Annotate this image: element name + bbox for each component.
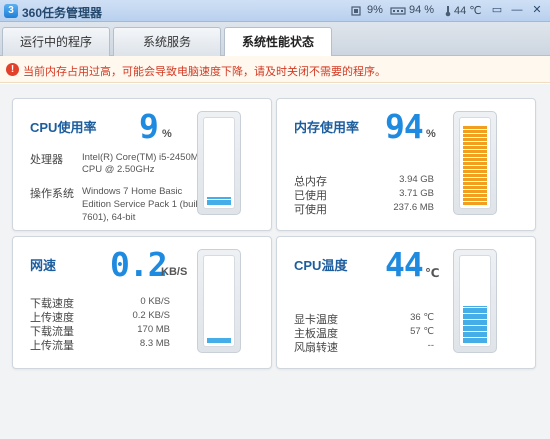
processor-value-line1: Intel(R) Core(TM) i5-2450M — [82, 152, 199, 163]
motherboard-temp-value: 57 ℃ — [410, 326, 434, 337]
network-info: 下载速度 0 KB/S 上传速度 0.2 KB/S 下载流量 170 MB 上传… — [30, 295, 170, 359]
available-memory-label: 可使用 — [294, 204, 327, 216]
cpu-title: CPU使用率 — [30, 120, 97, 135]
processor-value-line2: CPU @ 2.50GHz — [82, 164, 155, 175]
app-logo-icon: 3 — [4, 4, 18, 18]
temperature-title: CPU温度 — [294, 258, 348, 273]
network-gauge-fill — [207, 338, 231, 343]
performance-panel: CPU使用率 9 % 处理器 Intel(R) Core(TM) i5-2450… — [0, 84, 550, 439]
cpu-card: CPU使用率 9 % 处理器 Intel(R) Core(TM) i5-2450… — [12, 98, 272, 231]
temperature-value: 44 — [385, 245, 424, 284]
warning-text: 当前内存占用过高，可能会导致电脑速度下降，请及时关闭不需要的程序。 — [23, 66, 386, 78]
cpu-icon — [351, 6, 361, 16]
temperature-card: CPU温度 44 ℃ 显卡温度 36 ℃ 主板温度 57 ℃ 风扇转速 -- — [276, 236, 536, 369]
temperature-gauge — [453, 249, 497, 353]
title-bar: 3 360任务管理器 9% 94 % 44 ℃ ▭ — ✕ — [0, 0, 550, 22]
upload-speed-value: 0.2 KB/S — [132, 310, 171, 321]
tab-system-services[interactable]: 系统服务 — [113, 27, 221, 56]
cpu-value: 9 — [139, 107, 159, 146]
network-value: 0.2 — [110, 245, 168, 284]
memory-info: 总内存 3.94 GB 已使用 3.71 GB 可使用 237.6 MB — [294, 173, 434, 223]
cpu-info: 处理器 Intel(R) Core(TM) i5-2450M CPU @ 2.5… — [30, 151, 203, 231]
fan-speed-label: 风扇转速 — [294, 342, 338, 354]
processor-label: 处理器 — [30, 154, 63, 166]
warning-banner: ! 当前内存占用过高，可能会导致电脑速度下降，请及时关闭不需要的程序。 — [0, 56, 550, 83]
fan-speed-value: -- — [427, 340, 434, 351]
cpu-stat: 9% — [367, 4, 383, 16]
memory-stat: 94 % — [409, 4, 435, 16]
memory-gauge — [453, 111, 497, 215]
temperature-info: 显卡温度 36 ℃ 主板温度 57 ℃ 风扇转速 -- — [294, 311, 434, 361]
network-unit: KB/S — [161, 266, 188, 278]
os-value-line1: Windows 7 Home Basic — [82, 186, 183, 197]
os-value-line3: 7601), 64-bit — [82, 212, 136, 223]
cpu-gauge-fill — [207, 197, 231, 205]
network-title: 网速 — [30, 258, 57, 273]
available-memory-value: 237.6 MB — [393, 202, 434, 213]
memory-unit: % — [426, 128, 436, 140]
network-card: 网速 0.2 KB/S 下载速度 0 KB/S 上传速度 0.2 KB/S 下载… — [12, 236, 272, 369]
upload-traffic-value: 8.3 MB — [139, 338, 170, 349]
temperature-unit: ℃ — [425, 266, 440, 280]
temperature-gauge-fill — [463, 306, 487, 343]
total-memory-value: 3.94 GB — [399, 174, 434, 185]
close-icon[interactable]: ✕ — [528, 2, 546, 19]
download-speed-value: 0 KB/S — [140, 296, 170, 307]
tab-bar: 运行中的程序 系统服务 系统性能状态 — [0, 22, 550, 57]
memory-title: 内存使用率 — [294, 120, 360, 135]
window-icon[interactable]: ▭ — [488, 2, 506, 19]
gpu-temp-value: 36 ℃ — [410, 312, 434, 323]
memory-value: 94 — [385, 107, 424, 146]
minimize-icon[interactable]: — — [508, 2, 526, 19]
memory-gauge-fill — [463, 126, 487, 205]
app-title: 360任务管理器 — [22, 6, 103, 20]
memory-icon — [390, 7, 406, 15]
cpu-unit: % — [162, 128, 172, 140]
temperature-stat: 44 ℃ — [454, 5, 482, 17]
used-memory-value: 3.71 GB — [399, 188, 434, 199]
network-gauge — [197, 249, 241, 353]
cpu-gauge — [197, 111, 241, 215]
os-label: 操作系统 — [30, 188, 74, 200]
os-value-line2: Edition Service Pack 1 (build — [82, 199, 203, 210]
tab-running-programs[interactable]: 运行中的程序 — [2, 27, 110, 56]
upload-traffic-label: 上传流量 — [30, 340, 74, 352]
tab-system-performance[interactable]: 系统性能状态 — [224, 27, 332, 57]
download-traffic-value: 170 MB — [137, 324, 170, 335]
memory-card: 内存使用率 94 % 总内存 3.94 GB 已使用 3.71 GB 可使用 2… — [276, 98, 536, 231]
thermometer-icon — [445, 6, 451, 17]
warning-icon: ! — [6, 63, 19, 76]
